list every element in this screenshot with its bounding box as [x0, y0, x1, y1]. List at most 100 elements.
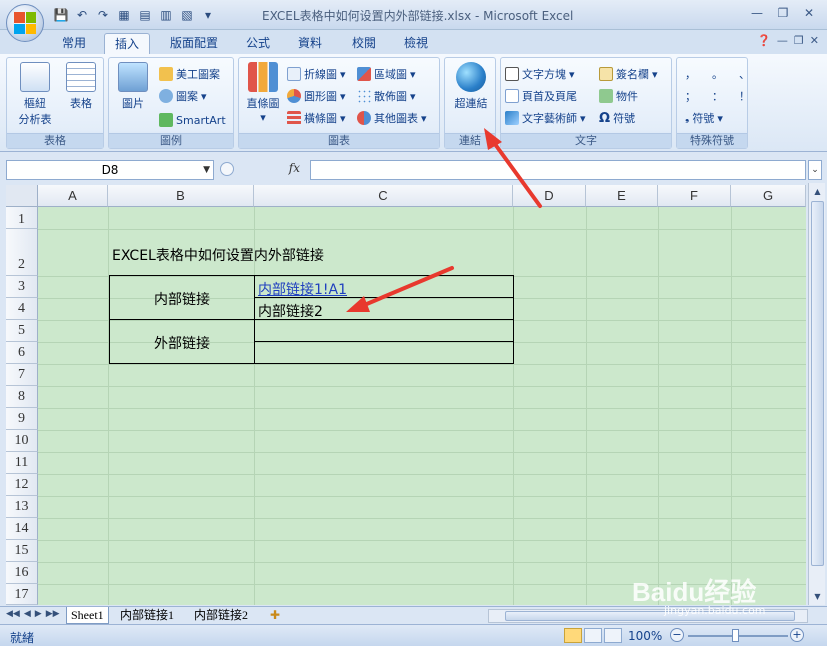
tab-view[interactable]: 檢視: [394, 33, 438, 54]
special-symbol-button[interactable]: ❟ 符號 ▾: [685, 108, 723, 128]
pie-chart-button[interactable]: 圓形圖 ▾: [287, 86, 346, 106]
row-header-14[interactable]: 14: [6, 518, 38, 540]
row-header-13[interactable]: 13: [6, 496, 38, 518]
row-header-3[interactable]: 3: [6, 276, 38, 298]
row-header-16[interactable]: 16: [6, 562, 38, 584]
column-header-g[interactable]: G: [731, 185, 806, 207]
column-header-b[interactable]: B: [108, 185, 254, 207]
scroll-down-icon[interactable]: ▼: [810, 589, 825, 604]
row-header-7[interactable]: 7: [6, 364, 38, 386]
office-button[interactable]: [6, 4, 44, 42]
pivot-table-button[interactable]: 樞紐 分析表: [13, 62, 57, 127]
row-header-6[interactable]: 6: [6, 342, 38, 364]
tab-home[interactable]: 常用: [52, 33, 96, 54]
grid-icon[interactable]: ▧: [178, 6, 196, 24]
text-box-button[interactable]: 文字方塊 ▾: [505, 64, 575, 84]
first-sheet-icon[interactable]: ◀◀: [6, 609, 20, 619]
row-header-8[interactable]: 8: [6, 386, 38, 408]
ribbon-minimize-icon[interactable]: —: [777, 34, 788, 47]
column-chart-button[interactable]: 直條圖 ▾: [243, 62, 283, 124]
row-header-17[interactable]: 17: [6, 584, 38, 605]
symbol-comma[interactable]: ，: [685, 66, 696, 82]
other-charts-button[interactable]: 其他圖表 ▾: [357, 108, 427, 128]
tab-insert[interactable]: 插入: [104, 33, 151, 54]
table-icon[interactable]: ▥: [157, 6, 175, 24]
page-layout-view-icon[interactable]: [584, 628, 602, 643]
sheet-icon[interactable]: ▤: [136, 6, 154, 24]
bar-chart-button[interactable]: 橫條圖 ▾: [287, 108, 346, 128]
zoom-out-icon[interactable]: −: [670, 628, 684, 642]
row-header-2[interactable]: 2: [6, 229, 38, 276]
insert-sheet-icon[interactable]: ✚: [266, 607, 284, 624]
prev-sheet-icon[interactable]: ◀: [24, 609, 31, 619]
worksheet-grid[interactable]: A B C D E F G 1 2 3 4 5 6 7 8 9 10 11 12…: [6, 185, 806, 605]
column-header-f[interactable]: F: [658, 185, 731, 207]
row-header-5[interactable]: 5: [6, 320, 38, 342]
page-break-view-icon[interactable]: [604, 628, 622, 643]
table-button[interactable]: 表格: [61, 62, 101, 111]
print-preview-icon[interactable]: ▦: [115, 6, 133, 24]
tab-data[interactable]: 資料: [288, 33, 332, 54]
cell-c4[interactable]: 内部链接2: [258, 301, 323, 321]
customize-toolbar-icon[interactable]: ▾: [199, 6, 217, 24]
scatter-chart-button[interactable]: 散佈圖 ▾: [357, 86, 416, 106]
symbol-enumeration-comma[interactable]: 、: [739, 66, 750, 82]
line-chart-button[interactable]: 折線圖 ▾: [287, 64, 346, 84]
row-header-9[interactable]: 9: [6, 408, 38, 430]
help-icon[interactable]: ❓: [757, 34, 771, 47]
wordart-button[interactable]: 文字藝術師 ▾: [505, 108, 586, 128]
restore-button[interactable]: ❐: [771, 4, 795, 22]
scroll-up-icon[interactable]: ▲: [810, 184, 825, 199]
zoom-level[interactable]: 100%: [628, 629, 662, 643]
save-icon[interactable]: 💾: [52, 6, 70, 24]
zoom-in-icon[interactable]: +: [790, 628, 804, 642]
minimize-button[interactable]: —: [745, 4, 769, 22]
ribbon-restore-icon[interactable]: ❐: [794, 34, 804, 47]
close-button[interactable]: ✕: [797, 4, 821, 22]
column-header-c[interactable]: C: [254, 185, 513, 207]
sheet-tab-sheet1[interactable]: Sheet1: [66, 607, 109, 624]
object-button[interactable]: 物件: [599, 86, 638, 106]
sheet-tab-internal-link-2[interactable]: 内部链接2: [190, 607, 252, 624]
zoom-slider-thumb[interactable]: [732, 629, 739, 642]
expand-formula-bar-button[interactable]: ⌄: [808, 160, 822, 180]
tab-review[interactable]: 校閱: [342, 33, 386, 54]
next-sheet-icon[interactable]: ▶: [35, 609, 42, 619]
last-sheet-icon[interactable]: ▶▶: [46, 609, 60, 619]
ribbon-close-icon[interactable]: ✕: [810, 34, 819, 47]
clip-art-button[interactable]: 美工圖案: [159, 64, 220, 84]
scroll-thumb[interactable]: [811, 201, 824, 566]
header-footer-button[interactable]: 頁首及頁尾: [505, 86, 577, 106]
column-header-d[interactable]: D: [513, 185, 586, 207]
formula-input[interactable]: [310, 160, 806, 180]
sheet-tab-internal-link-1[interactable]: 内部链接1: [116, 607, 178, 624]
picture-button[interactable]: 圖片: [115, 62, 151, 111]
symbol-button[interactable]: Ω 符號: [599, 108, 635, 128]
tab-page-layout[interactable]: 版面配置: [160, 33, 228, 54]
symbol-semicolon[interactable]: ；: [685, 88, 696, 104]
symbol-colon[interactable]: ：: [712, 88, 723, 104]
row-header-4[interactable]: 4: [6, 298, 38, 320]
symbol-exclamation[interactable]: ！: [739, 88, 750, 104]
normal-view-icon[interactable]: [564, 628, 582, 643]
row-header-10[interactable]: 10: [6, 430, 38, 452]
cell-b5[interactable]: 外部链接: [110, 333, 254, 353]
row-header-11[interactable]: 11: [6, 452, 38, 474]
insert-function-button[interactable]: fx: [289, 161, 300, 175]
chevron-down-icon[interactable]: ▼: [203, 161, 210, 179]
column-header-e[interactable]: E: [586, 185, 658, 207]
name-box[interactable]: D8 ▼: [6, 160, 214, 180]
undo-icon[interactable]: ↶: [73, 6, 91, 24]
tab-formulas[interactable]: 公式: [236, 33, 280, 54]
select-all-button[interactable]: [6, 185, 38, 207]
signature-line-button[interactable]: 簽名欄 ▾: [599, 64, 658, 84]
column-header-a[interactable]: A: [38, 185, 108, 207]
cell-b2[interactable]: EXCEL表格中如何设置内外部链接: [112, 245, 324, 265]
vertical-scrollbar[interactable]: ▲ ▼: [808, 183, 825, 605]
row-header-15[interactable]: 15: [6, 540, 38, 562]
cell-b3[interactable]: 内部链接: [110, 289, 254, 309]
row-header-1[interactable]: 1: [6, 207, 38, 229]
area-chart-button[interactable]: 區域圖 ▾: [357, 64, 416, 84]
shapes-button[interactable]: 圖案 ▾: [159, 86, 207, 106]
symbol-period[interactable]: 。: [712, 66, 723, 82]
